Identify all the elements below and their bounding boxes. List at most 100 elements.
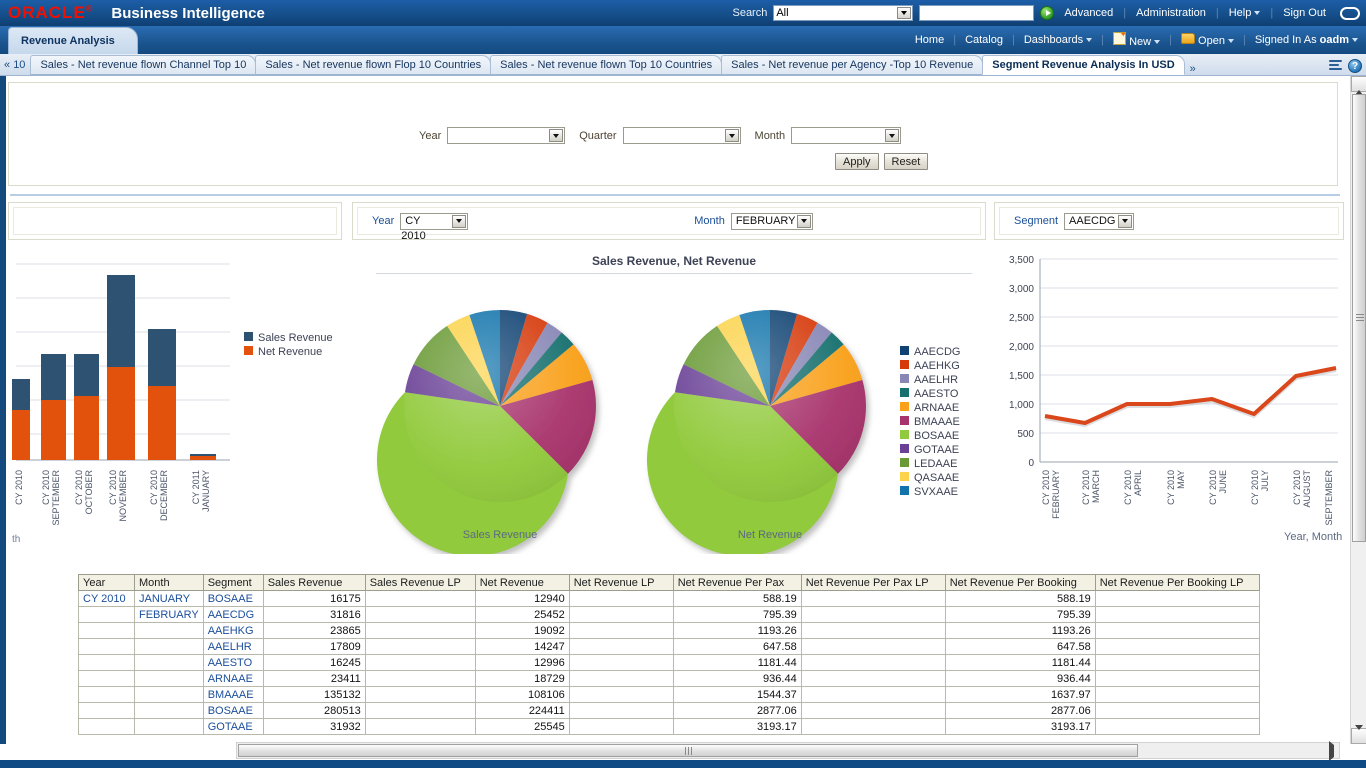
cell-year[interactable]: CY 2010 bbox=[78, 590, 135, 607]
page-tab-4-active[interactable]: Segment Revenue Analysis In USD bbox=[982, 55, 1185, 75]
cell-month[interactable] bbox=[134, 654, 204, 671]
bar-net-4[interactable] bbox=[148, 386, 176, 460]
col-month[interactable]: Month bbox=[134, 574, 204, 591]
table-row[interactable]: BMAAAE 135132 108106 1544.37 1637.97 bbox=[78, 686, 1260, 703]
table-row[interactable]: ARNAAE 23411 18729 936.44 936.44 bbox=[78, 670, 1260, 687]
vertical-scrollbar[interactable] bbox=[1350, 76, 1366, 744]
table-row[interactable]: AAELHR 17809 14247 647.58 647.58 bbox=[78, 638, 1260, 655]
col-net-revenue[interactable]: Net Revenue bbox=[474, 574, 570, 591]
chevron-down-icon[interactable] bbox=[452, 214, 467, 228]
line-chart-panel[interactable]: 3,500 3,000 2,500 2,000 1,500 1,000 500 … bbox=[1000, 248, 1344, 560]
cell-segment[interactable]: BMAAAE bbox=[202, 686, 264, 703]
bar-net-0[interactable] bbox=[12, 410, 30, 460]
table-row[interactable]: AAEHKG 23865 19092 1193.26 1193.26 bbox=[78, 622, 1260, 639]
page-tab-3[interactable]: Sales - Net revenue per Agency -Top 10 R… bbox=[721, 55, 984, 75]
dashboard-tab-revenue-analysis[interactable]: Revenue Analysis bbox=[8, 27, 138, 54]
table-row[interactable]: AAESTO 16245 12996 1181.44 1181.44 bbox=[78, 654, 1260, 671]
cell-segment[interactable]: AAEHKG bbox=[202, 622, 264, 639]
nav-open[interactable]: Open bbox=[1177, 33, 1238, 47]
section-month-select[interactable]: FEBRUARY bbox=[730, 212, 813, 230]
bar-chart-svg[interactable]: CY 2010 CY 2010 SEPTEMBER CY 2010 OCTOBE… bbox=[8, 248, 344, 560]
cell-year[interactable] bbox=[78, 702, 135, 719]
cell-segment[interactable]: ARNAAE bbox=[202, 670, 264, 687]
cell-segment[interactable]: AAECDG bbox=[202, 606, 264, 623]
line-chart-series-net-revenue-per-pax[interactable] bbox=[1044, 366, 1337, 425]
list-options-icon[interactable] bbox=[1329, 59, 1344, 73]
col-net-revenue-lp[interactable]: Net Revenue LP bbox=[568, 574, 674, 591]
cell-month[interactable]: JANUARY bbox=[134, 590, 204, 607]
table-row[interactable]: CY 2010 JANUARY BOSAAE 16175 12940 588.1… bbox=[78, 590, 1260, 607]
search-scope-select[interactable]: All bbox=[773, 5, 914, 21]
bar-net-1[interactable] bbox=[41, 400, 66, 460]
help-menu[interactable]: Help bbox=[1225, 7, 1265, 19]
cell-year[interactable] bbox=[78, 718, 135, 735]
cell-segment[interactable]: AAESTO bbox=[202, 654, 264, 671]
vertical-scroll-thumb[interactable] bbox=[1352, 94, 1366, 542]
apply-button[interactable]: Apply bbox=[835, 153, 879, 170]
bar-sales-1[interactable] bbox=[41, 354, 66, 400]
line-chart-svg[interactable]: 3,500 3,000 2,500 2,000 1,500 1,000 500 … bbox=[1000, 248, 1344, 560]
page-tabs-prev[interactable]: « 10 bbox=[0, 55, 31, 75]
cell-segment[interactable]: AAELHR bbox=[202, 638, 264, 655]
cell-year[interactable] bbox=[78, 654, 135, 671]
bar-sales-4[interactable] bbox=[148, 329, 176, 386]
cell-year[interactable] bbox=[78, 622, 135, 639]
table-row[interactable]: FEBRUARY AAECDG 31816 25452 795.39 795.3… bbox=[78, 606, 1260, 623]
horizontal-scroll-thumb[interactable] bbox=[238, 744, 1138, 757]
col-sales-revenue[interactable]: Sales Revenue bbox=[262, 574, 366, 591]
cell-year[interactable] bbox=[78, 670, 135, 687]
search-input[interactable] bbox=[919, 5, 1035, 21]
cell-month[interactable] bbox=[134, 670, 204, 687]
table-row[interactable]: BOSAAE 280513 224411 2877.06 2877.06 bbox=[78, 702, 1260, 719]
cell-segment[interactable]: BOSAAE bbox=[202, 590, 264, 607]
chevron-down-icon[interactable] bbox=[549, 129, 564, 142]
chevron-down-icon[interactable] bbox=[1118, 214, 1133, 228]
bar-chart-panel[interactable]: CY 2010 CY 2010 SEPTEMBER CY 2010 OCTOBE… bbox=[8, 248, 344, 560]
double-chevron-right-icon[interactable]: » bbox=[1184, 63, 1202, 75]
col-sales-revenue-lp[interactable]: Sales Revenue LP bbox=[364, 574, 476, 591]
cell-month[interactable] bbox=[134, 702, 204, 719]
cell-segment[interactable]: GOTAAE bbox=[202, 718, 264, 735]
nav-home[interactable]: Home bbox=[911, 34, 948, 46]
bar-net-3[interactable] bbox=[107, 367, 135, 460]
nav-catalog[interactable]: Catalog bbox=[961, 34, 1007, 46]
cell-segment[interactable]: BOSAAE bbox=[202, 702, 264, 719]
cell-month[interactable] bbox=[134, 718, 204, 735]
col-net-rev-per-booking-lp[interactable]: Net Revenue Per Booking LP bbox=[1094, 574, 1260, 591]
cell-year[interactable] bbox=[78, 638, 135, 655]
help-circle-icon[interactable]: ? bbox=[1348, 59, 1362, 73]
cell-month[interactable] bbox=[134, 622, 204, 639]
page-tab-1[interactable]: Sales - Net revenue flown Flop 10 Countr… bbox=[255, 55, 492, 75]
sales-revenue-pie[interactable] bbox=[377, 309, 596, 556]
signed-in-as[interactable]: Signed In As oadm bbox=[1251, 34, 1362, 46]
report-table-wrapper[interactable]: Year Month Segment Sales Revenue Sales R… bbox=[78, 574, 1262, 735]
advanced-link[interactable]: Advanced bbox=[1060, 7, 1117, 19]
nav-new[interactable]: New bbox=[1109, 29, 1164, 48]
administration-link[interactable]: Administration bbox=[1132, 7, 1210, 19]
chevron-down-icon[interactable] bbox=[897, 7, 912, 19]
cell-month[interactable] bbox=[134, 638, 204, 655]
chevron-down-icon[interactable] bbox=[796, 214, 811, 228]
prompt-quarter-select[interactable] bbox=[622, 127, 741, 144]
page-tab-2[interactable]: Sales - Net revenue flown Top 10 Countri… bbox=[490, 55, 723, 75]
section-segment-select[interactable]: AAECDG bbox=[1064, 212, 1135, 230]
bar-net-5[interactable] bbox=[190, 456, 216, 460]
bar-net-2[interactable] bbox=[74, 396, 99, 460]
pie-charts-svg[interactable]: Sales Revenue Net Revenue AAECDG AAEHKG … bbox=[352, 274, 996, 556]
table-row[interactable]: GOTAAE 31932 25545 3193.17 3193.17 bbox=[78, 718, 1260, 735]
col-year[interactable]: Year bbox=[78, 574, 135, 591]
cell-year[interactable] bbox=[78, 606, 135, 623]
user-bubble-icon[interactable] bbox=[1340, 6, 1360, 20]
chevron-down-icon[interactable] bbox=[724, 129, 739, 142]
scroll-down-button[interactable] bbox=[1351, 728, 1366, 744]
col-segment[interactable]: Segment bbox=[202, 574, 264, 591]
prompt-month-select[interactable] bbox=[791, 127, 902, 144]
scroll-up-button[interactable] bbox=[1351, 76, 1366, 92]
page-tab-0[interactable]: Sales - Net revenue flown Channel Top 10 bbox=[30, 55, 257, 75]
sign-out-link[interactable]: Sign Out bbox=[1279, 7, 1330, 19]
bar-sales-5[interactable] bbox=[190, 454, 216, 456]
col-net-rev-per-pax[interactable]: Net Revenue Per Pax bbox=[672, 574, 802, 591]
scroll-right-button[interactable] bbox=[1324, 744, 1338, 757]
bar-sales-3[interactable] bbox=[107, 275, 135, 367]
net-revenue-pie[interactable] bbox=[647, 309, 866, 556]
